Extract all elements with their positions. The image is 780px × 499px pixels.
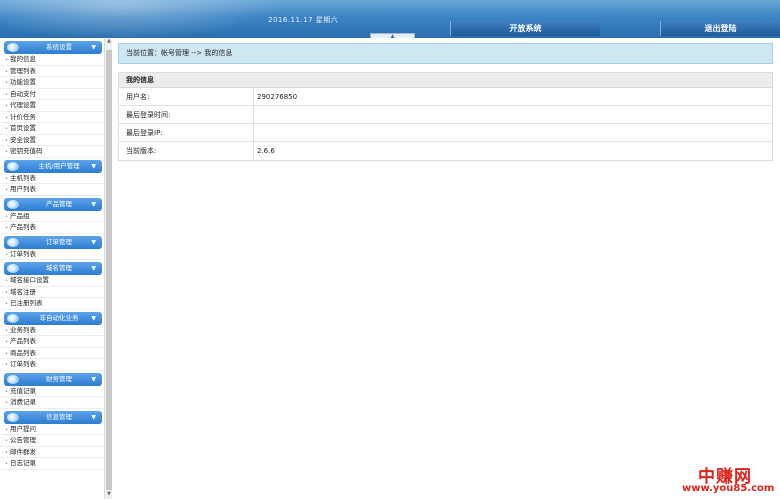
sidebar-group-header[interactable]: 系统设置 ▼ bbox=[4, 41, 102, 54]
group-title: 主机/用户管理 bbox=[38, 161, 80, 170]
row-value bbox=[254, 106, 772, 123]
sidebar-item[interactable]: 产品列表 bbox=[0, 222, 104, 234]
sidebar-item[interactable]: 域名注册 bbox=[0, 287, 104, 298]
chevron-down-icon: ▼ bbox=[91, 200, 96, 208]
sidebar-nav: 系统设置 ▼ 我的信息管理列表功能设置自动支付代理设置计价任务首页设置安全设置密钥充… bbox=[0, 38, 104, 499]
sidebar-item[interactable]: 商品列表 bbox=[0, 348, 104, 359]
sidebar-item[interactable]: 域名接口设置 bbox=[0, 275, 104, 287]
chevron-down-icon: ▼ bbox=[91, 413, 96, 421]
scroll-up-arrow[interactable]: ▲ bbox=[105, 38, 113, 46]
sidebar-item[interactable]: 订单列表 bbox=[0, 359, 104, 371]
chevron-down-icon: ▼ bbox=[91, 238, 96, 246]
row-label: 最后登录时间: bbox=[119, 106, 254, 123]
main-content: 当前位置：帐号管理 --> 我的信息 我的信息 用户名: 290276850 最… bbox=[118, 43, 773, 161]
group-title: 域名管理 bbox=[46, 264, 72, 272]
group-icon bbox=[7, 412, 19, 422]
sidebar-group-header[interactable]: 非自动化业务 ▼ bbox=[4, 311, 102, 325]
chevron-down-icon: ▼ bbox=[91, 375, 96, 383]
sidebar-item[interactable]: 充值记录 bbox=[0, 386, 104, 397]
group-icon bbox=[7, 374, 19, 384]
group-icon bbox=[7, 264, 19, 273]
sidebar-group-header[interactable]: 财务管理 ▼ bbox=[4, 372, 102, 386]
watermark-url: www.you85.com bbox=[682, 483, 775, 494]
sidebar-item[interactable]: 日志记录 bbox=[0, 458, 104, 470]
group-title: 信息管理 bbox=[46, 412, 72, 421]
group-title: 非自动化业务 bbox=[39, 313, 79, 322]
sidebar-item[interactable]: 用户提问 bbox=[0, 424, 104, 435]
info-panel: 我的信息 用户名: 290276850 最后登录时间: 最后登录IP: 当前版本… bbox=[118, 72, 773, 161]
group-title: 产品管理 bbox=[46, 199, 72, 208]
info-row-version: 当前版本: 2.6.6 bbox=[119, 142, 772, 160]
group-icon bbox=[7, 199, 19, 209]
group-title: 财务管理 bbox=[46, 374, 72, 383]
sidebar-item[interactable]: 已注册列表 bbox=[0, 298, 104, 310]
row-label: 当前版本: bbox=[119, 142, 254, 160]
sidebar-item[interactable]: 自动支付 bbox=[0, 89, 104, 100]
row-label: 最后登录IP: bbox=[119, 124, 254, 141]
sidebar-item[interactable]: 主机列表 bbox=[0, 173, 104, 184]
group-icon bbox=[7, 161, 19, 171]
sidebar-group-header[interactable]: 信息管理 ▼ bbox=[4, 410, 102, 424]
sidebar-item[interactable]: 安全设置 bbox=[0, 135, 104, 146]
sidebar-scrollbar[interactable]: ▲ ▼ bbox=[104, 38, 112, 499]
row-value bbox=[254, 124, 772, 141]
row-value: 2.6.6 bbox=[257, 147, 275, 155]
sidebar-item[interactable]: 产品组 bbox=[0, 211, 104, 222]
sidebar-item[interactable]: 订单列表 bbox=[0, 249, 104, 260]
sidebar-item[interactable]: 密钥充值码 bbox=[0, 146, 104, 158]
header-decoration bbox=[0, 0, 280, 38]
chevron-down-icon: ▼ bbox=[91, 44, 96, 51]
sidebar-item[interactable]: 业务列表 bbox=[0, 325, 104, 336]
group-title: 系统设置 bbox=[46, 43, 72, 51]
group-icon bbox=[7, 43, 19, 52]
info-row-last-login-ip: 最后登录IP: bbox=[119, 124, 772, 142]
sidebar-group-header[interactable]: 域名管理 ▼ bbox=[4, 262, 102, 275]
sidebar-group-header[interactable]: 主机/用户管理 ▼ bbox=[4, 159, 102, 173]
sidebar-item[interactable]: 代理设置 bbox=[0, 100, 104, 112]
row-value: 290276850 bbox=[257, 93, 298, 101]
sidebar-group-header[interactable]: 订单管理 ▼ bbox=[4, 235, 102, 249]
group-icon bbox=[7, 313, 19, 323]
sidebar-item[interactable]: 邮件群发 bbox=[0, 447, 104, 458]
group-title: 订单管理 bbox=[46, 237, 72, 246]
header-date: 2016.11.17 星期六 bbox=[268, 16, 339, 24]
panel-title: 我的信息 bbox=[119, 73, 772, 88]
sidebar-item[interactable]: 功能设置 bbox=[0, 77, 104, 89]
row-label: 用户名: bbox=[119, 88, 254, 105]
sidebar-item[interactable]: 计价任务 bbox=[0, 112, 104, 123]
watermark-logo: 中赚网 www.you85.com bbox=[680, 462, 780, 499]
chevron-down-icon: ▼ bbox=[91, 265, 96, 272]
sidebar-item[interactable]: 管理列表 bbox=[0, 66, 104, 77]
info-row-username: 用户名: 290276850 bbox=[119, 88, 772, 106]
scroll-down-arrow[interactable]: ▼ bbox=[105, 491, 113, 499]
sidebar-item[interactable]: 用户列表 bbox=[0, 184, 104, 196]
breadcrumb: 当前位置：帐号管理 --> 我的信息 bbox=[118, 43, 773, 64]
top-header: 2016.11.17 星期六 开放系统 退出登陆 ▲ bbox=[0, 0, 780, 38]
chevron-down-icon: ▼ bbox=[91, 162, 96, 170]
sidebar-item[interactable]: 我的信息 bbox=[0, 54, 104, 66]
info-row-last-login-time: 最后登录时间: bbox=[119, 106, 772, 124]
scroll-thumb[interactable] bbox=[106, 50, 112, 490]
sidebar-item[interactable]: 产品列表 bbox=[0, 336, 104, 348]
collapse-header-toggle[interactable]: ▲ bbox=[370, 33, 415, 38]
logout-button[interactable]: 退出登陆 bbox=[660, 21, 780, 36]
chevron-down-icon: ▼ bbox=[91, 314, 96, 322]
group-icon bbox=[7, 237, 19, 247]
sidebar-item[interactable]: 首页设置 bbox=[0, 123, 104, 135]
sidebar-group-header[interactable]: 产品管理 ▼ bbox=[4, 197, 102, 211]
sidebar-item[interactable]: 公告管理 bbox=[0, 435, 104, 447]
open-system-button[interactable]: 开放系统 bbox=[450, 21, 600, 36]
sidebar-item[interactable]: 消费记录 bbox=[0, 397, 104, 409]
